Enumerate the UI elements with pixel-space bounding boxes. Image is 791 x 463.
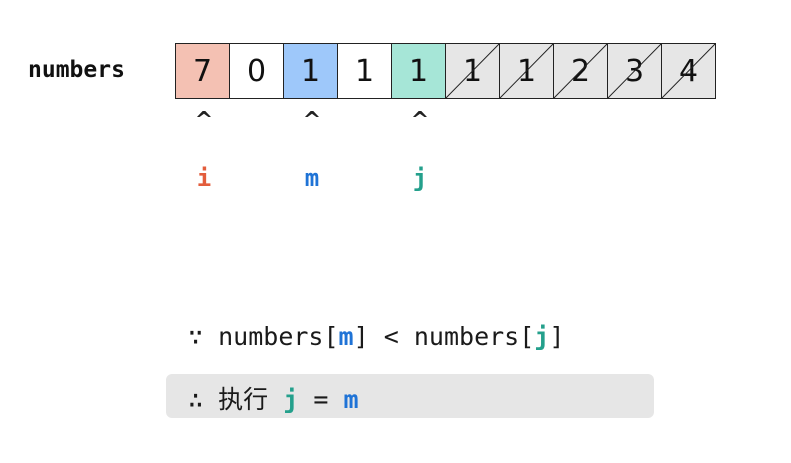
array-cell-1: 0	[229, 43, 284, 99]
therefore-symbol: ∴	[188, 385, 204, 414]
condition-right-array: numbers	[413, 322, 520, 351]
condition-line: ∵ numbers[m] < numbers[j]	[188, 322, 564, 351]
condition-operator: <	[383, 322, 399, 351]
array-row: 7011111234	[175, 43, 716, 99]
pointer-caret-i: ^	[194, 108, 214, 133]
result-equals: =	[313, 385, 329, 414]
result-action: 执行	[218, 385, 269, 414]
array-cell-value: 1	[408, 53, 429, 89]
array-cell-4: 1	[391, 43, 446, 99]
array-cell-6: 1	[499, 43, 554, 99]
pointer-label-i: i	[196, 164, 212, 192]
pointer-label-j: j	[412, 164, 428, 192]
array-cell-2: 1	[283, 43, 338, 99]
condition-right-index: j	[534, 322, 550, 351]
array-cell-9: 4	[661, 43, 716, 99]
array-cell-value: 4	[678, 53, 699, 89]
array-cell-value: 7	[192, 53, 213, 89]
because-symbol: ∵	[188, 322, 204, 351]
array-cell-value: 1	[462, 53, 483, 89]
condition-left-array: numbers	[218, 322, 324, 351]
condition-left-close: ]	[353, 322, 369, 351]
array-cell-value: 0	[246, 53, 267, 89]
array-cell-0: 7	[175, 43, 230, 99]
array-cell-value: 3	[624, 53, 645, 89]
result-source: m	[343, 385, 359, 414]
pointer-caret-j: ^	[410, 108, 430, 133]
array-cell-8: 3	[607, 43, 662, 99]
condition-left-open: [	[323, 322, 339, 351]
array-cell-value: 1	[516, 53, 537, 89]
array-cell-7: 2	[553, 43, 608, 99]
pointer-label-m: m	[304, 164, 320, 192]
result-target: j	[283, 385, 299, 414]
array-cell-3: 1	[337, 43, 392, 99]
pointer-caret-m: ^	[302, 108, 322, 133]
condition-right-open: [	[519, 322, 535, 351]
array-label: numbers	[28, 57, 125, 83]
condition-left-index: m	[338, 322, 354, 351]
condition-right-close: ]	[549, 322, 565, 351]
array-cell-value: 1	[300, 53, 321, 89]
result-line: ∴ 执行 j = m	[188, 380, 359, 416]
array-cell-value: 1	[354, 53, 375, 89]
array-cell-value: 2	[570, 53, 591, 89]
array-cell-5: 1	[445, 43, 500, 99]
